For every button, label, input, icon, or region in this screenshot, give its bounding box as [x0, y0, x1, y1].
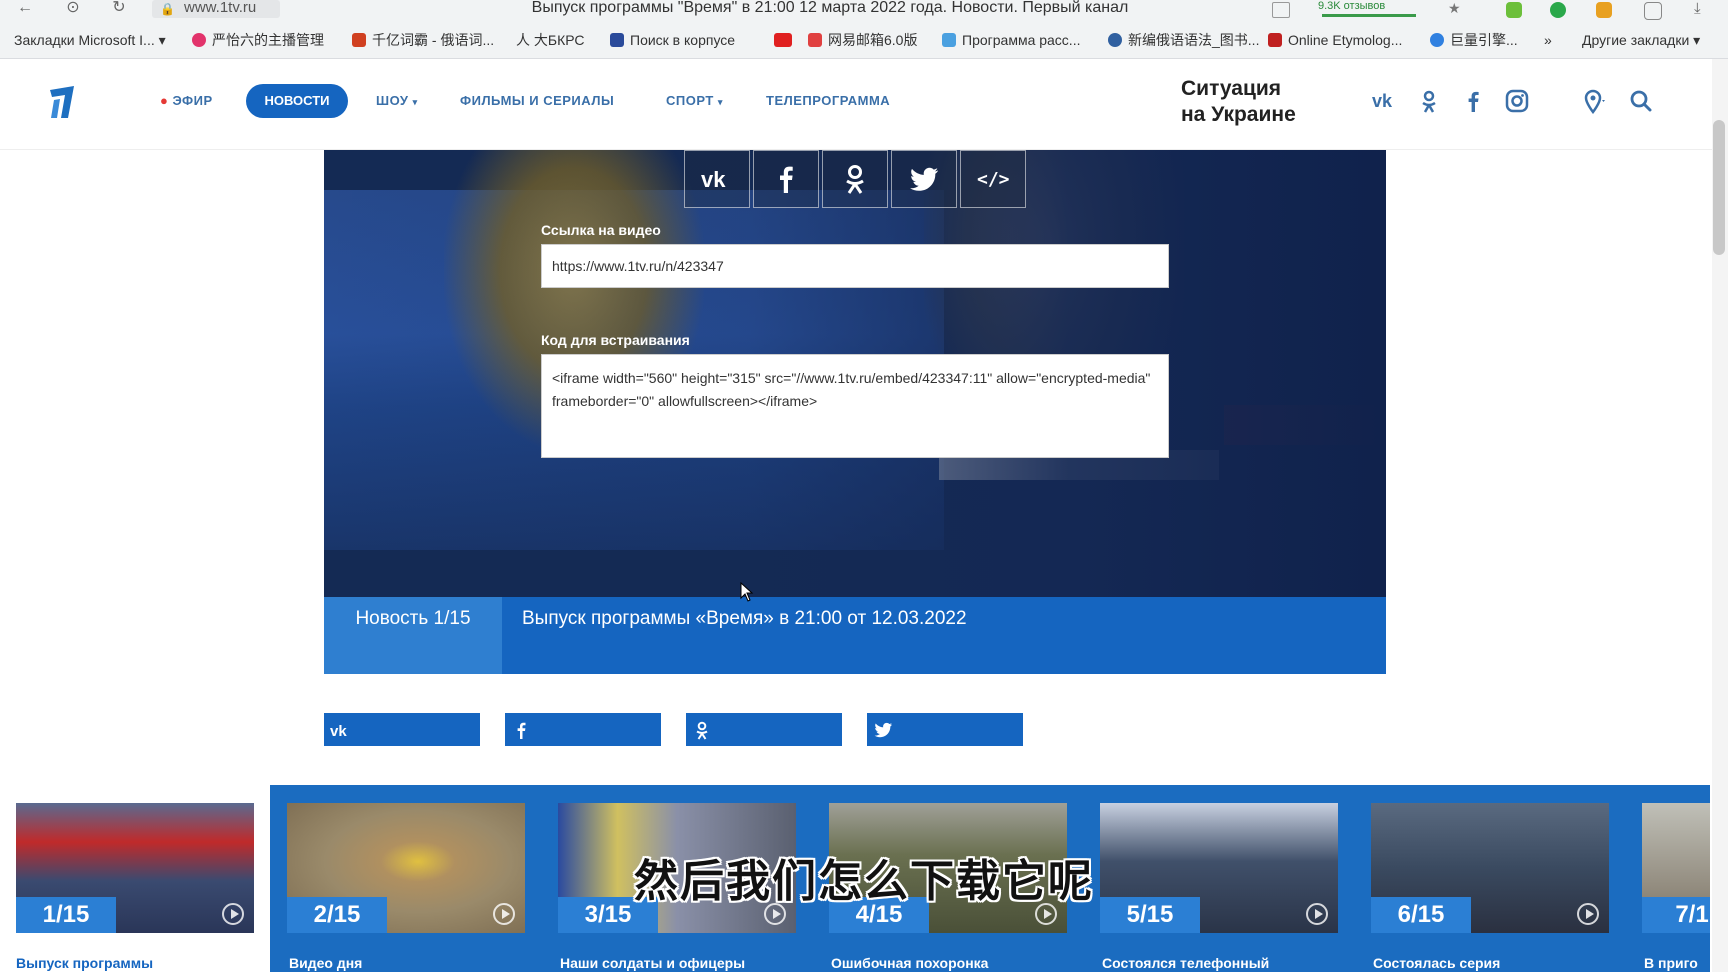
card-title[interactable]: Видео дня — [289, 955, 527, 971]
share-facebook-bar[interactable] — [505, 713, 661, 746]
svg-text:vk: vk — [330, 723, 347, 740]
back-icon[interactable]: ← — [14, 0, 36, 18]
nav-news[interactable]: НОВОСТИ — [246, 84, 348, 118]
lock-icon: 🔒 — [160, 2, 175, 16]
share-facebook-button[interactable] — [753, 150, 819, 208]
mouse-cursor-icon — [740, 581, 754, 602]
other-bookmarks[interactable]: Другие закладки ▾ — [1582, 30, 1700, 50]
bookmark-item[interactable]: ⼈ 大БКРС — [516, 30, 585, 50]
bookmark-favicon-icon — [610, 33, 624, 47]
bookmark-favicon-icon — [192, 33, 206, 47]
download-icon[interactable]: ⤓ — [1694, 0, 1701, 17]
card-title[interactable]: В приго — [1644, 955, 1710, 971]
bookmarks-bar: Закладки Microsoft I... ▾ 严怡六的主播管理 千亿词霸 … — [0, 22, 1728, 59]
promo-line: Ситуация — [1181, 77, 1282, 100]
nav-sport[interactable]: СПОРТ ▾ — [666, 92, 723, 110]
share-vk-bar[interactable]: vk — [324, 713, 480, 746]
video-link-field[interactable] — [541, 244, 1169, 288]
embed-code-field[interactable]: <iframe width="560" height="315" src="//… — [541, 354, 1169, 458]
bookmark-item[interactable]: 网易邮箱6.0版 — [808, 30, 917, 50]
bookmark-item[interactable]: Online Etymolog... — [1268, 30, 1402, 50]
video-subtitle: 然后我们怎么下载它呢 — [634, 856, 1094, 907]
extension-orange-icon[interactable] — [1596, 2, 1612, 18]
chevron-down-icon: ▾ — [412, 97, 418, 107]
odnoklassniki-icon[interactable] — [1416, 88, 1442, 114]
promo-line: на Украине — [1181, 103, 1296, 126]
chevron-down-icon: ▾ — [717, 97, 723, 107]
odnoklassniki-icon — [846, 165, 864, 194]
review-bar — [1322, 14, 1416, 17]
bookmark-item[interactable]: 千亿词霸 - 俄语词... — [352, 30, 494, 50]
share-embed-button[interactable]: </> — [960, 150, 1026, 208]
extension-green-icon[interactable] — [1506, 2, 1522, 18]
share-twitter-button[interactable] — [891, 150, 957, 208]
twitter-icon — [910, 167, 938, 191]
forward-icon[interactable]: ⊙ — [62, 0, 84, 18]
card-title[interactable]: Состоялась серия — [1373, 955, 1611, 971]
nav-films[interactable]: ФИЛЬМЫ И СЕРИАЛЫ — [460, 92, 614, 110]
bookmark-item[interactable]: Закладки Microsoft I... ▾ — [14, 30, 166, 50]
odnoklassniki-icon — [696, 721, 708, 740]
review-badge[interactable]: 9.3K отзывов — [1318, 0, 1385, 12]
news-counter: Новость 1/15 — [324, 597, 502, 674]
location-pin-icon[interactable] — [1582, 88, 1608, 115]
bookmark-item[interactable]: Программа расс... — [942, 30, 1080, 50]
scrollbar-thumb[interactable] — [1713, 120, 1725, 255]
share-twitter-bar[interactable] — [867, 713, 1023, 746]
extension-shield-icon[interactable] — [1550, 2, 1566, 18]
bookmark-item[interactable] — [774, 30, 798, 50]
person-icon: ⼈ — [516, 32, 534, 48]
card-title[interactable]: Выпуск программы — [16, 955, 254, 971]
bookmark-item[interactable]: 新编俄语语法_图书... — [1108, 30, 1259, 50]
vk-icon: vk — [701, 167, 726, 192]
live-dot-icon: ● — [160, 93, 173, 108]
facebook-icon[interactable] — [1460, 88, 1486, 114]
svg-text:vk: vk — [1372, 91, 1393, 111]
nav-tvguide[interactable]: ТЕЛЕПРОГРАММА — [766, 92, 890, 110]
reload-icon[interactable]: ↻ — [108, 0, 130, 18]
card-title[interactable]: Наши солдаты и офицеры — [560, 955, 798, 971]
news-title[interactable]: Выпуск программы «Время» в 21:00 от 12.0… — [522, 597, 967, 641]
facebook-icon — [517, 722, 526, 739]
svg-text:</>: </> — [977, 169, 1010, 190]
video-link-label: Ссылка на видео — [541, 222, 661, 238]
channel-one-logo[interactable] — [44, 82, 80, 122]
twitter-icon — [874, 722, 892, 738]
card-title[interactable]: Состоялся телефонный — [1102, 955, 1340, 971]
window-title: Выпуск программы "Время" в 21:00 12 март… — [531, 0, 1129, 16]
vk-icon[interactable]: vk — [1372, 88, 1398, 114]
nav-show[interactable]: ШОУ ▾ — [376, 92, 418, 110]
bookmark-favicon-icon — [352, 33, 366, 47]
bookmark-favicon-icon — [808, 33, 822, 47]
extensions-puzzle-icon[interactable] — [1644, 2, 1662, 20]
embed-code-icon: </> — [977, 169, 1010, 190]
youtube-icon — [774, 33, 792, 47]
ukraine-promo-link[interactable]: Ситуация на Украине — [1181, 76, 1341, 128]
url-text: www.1tv.ru — [184, 0, 257, 16]
bookmark-favicon-icon — [942, 33, 956, 47]
bookmark-item[interactable]: Поиск в корпусе — [610, 30, 735, 50]
share-vk-button[interactable]: vk — [684, 150, 750, 208]
bookmark-favicon-icon — [1108, 33, 1122, 47]
bookmark-favicon-icon — [1268, 33, 1282, 47]
facebook-icon — [780, 166, 793, 193]
camera-icon[interactable] — [1272, 2, 1290, 18]
bookmark-favicon-icon — [1430, 33, 1444, 47]
nav-live[interactable]: ● ЭФИР — [160, 92, 213, 110]
bookmark-star-icon[interactable]: ★ — [1448, 0, 1461, 17]
svg-text:vk: vk — [701, 167, 726, 192]
address-bar[interactable]: 🔒 www.1tv.ru — [152, 0, 280, 18]
bookmark-item[interactable]: 巨量引擎... — [1430, 30, 1518, 50]
more-bookmarks-button[interactable]: » — [1544, 30, 1552, 50]
share-odnoklassniki-bar[interactable] — [686, 713, 842, 746]
instagram-icon[interactable] — [1504, 88, 1530, 114]
share-odnoklassniki-button[interactable] — [822, 150, 888, 208]
embed-code-label: Код для встраивания — [541, 332, 690, 348]
bookmark-item[interactable]: 严怡六的主播管理 — [192, 30, 324, 50]
vk-icon: vk — [330, 723, 347, 740]
card-title[interactable]: Ошибочная похоронка — [831, 955, 1069, 971]
search-icon[interactable] — [1628, 88, 1654, 114]
